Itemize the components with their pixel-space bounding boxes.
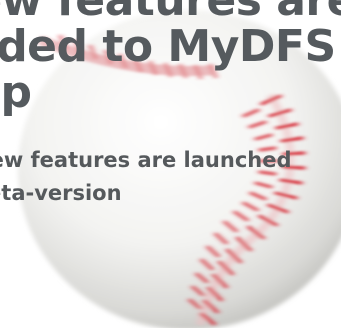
headline: New features are added to MyDFS App xyxy=(0,0,341,116)
subheadline: New features are launched beta-version xyxy=(0,144,341,210)
subheadline-line-2: beta-version xyxy=(0,181,122,205)
subheadline-line-1: New features are launched xyxy=(0,148,292,172)
promo-banner: New features are added to MyDFS App New … xyxy=(0,0,341,328)
headline-line-2: added to MyDFS xyxy=(0,21,336,72)
headline-line-3: App xyxy=(0,67,32,118)
